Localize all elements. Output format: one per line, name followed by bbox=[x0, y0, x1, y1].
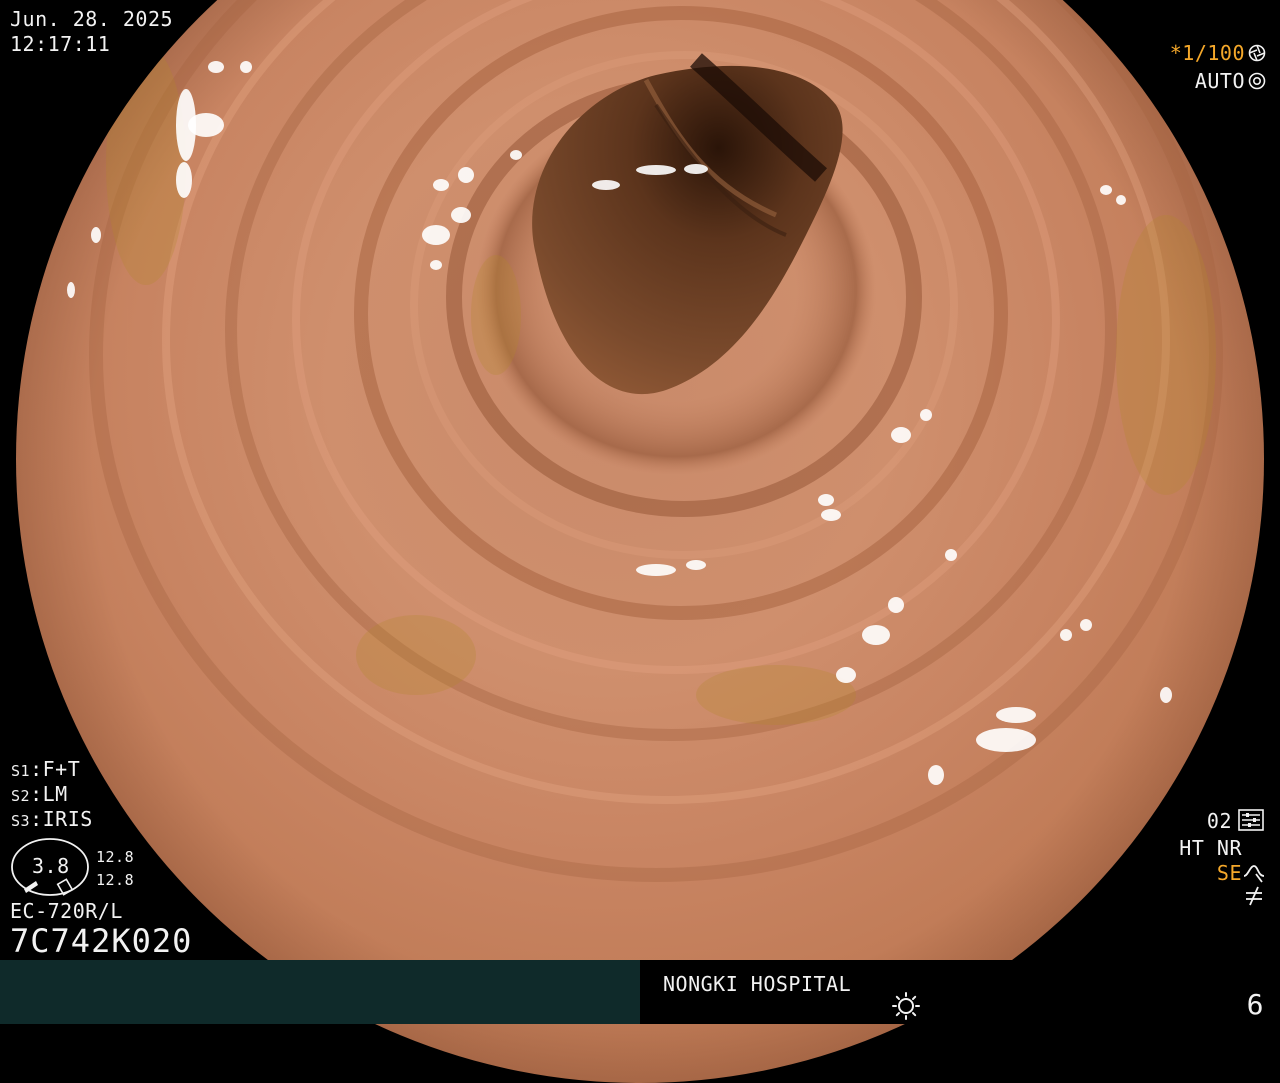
processing-preset: 02 bbox=[1206, 809, 1232, 833]
exam-time: 12:17:11 bbox=[10, 32, 111, 56]
zoom-value: 3.8 bbox=[32, 854, 70, 878]
exposure-mode: AUTO bbox=[1195, 71, 1266, 91]
scope-model: EC-720R/L bbox=[10, 899, 123, 923]
endoscopic-image-view bbox=[16, 0, 1264, 1083]
lumen-illustration bbox=[67, 0, 1223, 882]
switch-2-assignment: S2:LM bbox=[11, 782, 68, 806]
ht-nr-status: HT NR bbox=[1179, 836, 1242, 860]
shutter-speed-value: *1/100 bbox=[1169, 41, 1245, 65]
se-status: SE bbox=[1216, 861, 1242, 885]
exam-date: Jun. 28. 2025 bbox=[10, 7, 174, 31]
enhance-curve-icon bbox=[1243, 865, 1265, 883]
bottom-info-panel-left bbox=[0, 960, 640, 1024]
iris-icon bbox=[1248, 71, 1266, 91]
bottom-info-bar bbox=[0, 960, 1280, 1024]
zoom-upper-value: 12.8 bbox=[96, 848, 135, 866]
exposure-mode-value: AUTO bbox=[1194, 69, 1245, 93]
switch-3-assignment: S3:IRIS bbox=[11, 807, 93, 831]
not-equal-icon bbox=[1246, 886, 1262, 906]
shutter-speed: *1/100 bbox=[1170, 43, 1266, 63]
settings-sliders-icon bbox=[1238, 809, 1264, 831]
image-counter: 6 bbox=[1246, 988, 1264, 1021]
zoom-lower-value: 12.8 bbox=[96, 871, 135, 889]
light-source-icon bbox=[892, 992, 920, 1020]
hospital-name: NONGKI HOSPITAL bbox=[663, 972, 852, 996]
shutter-icon bbox=[1248, 43, 1266, 63]
scope-serial: 7C742K020 bbox=[10, 922, 193, 960]
switch-1-assignment: S1:F+T bbox=[11, 757, 81, 781]
